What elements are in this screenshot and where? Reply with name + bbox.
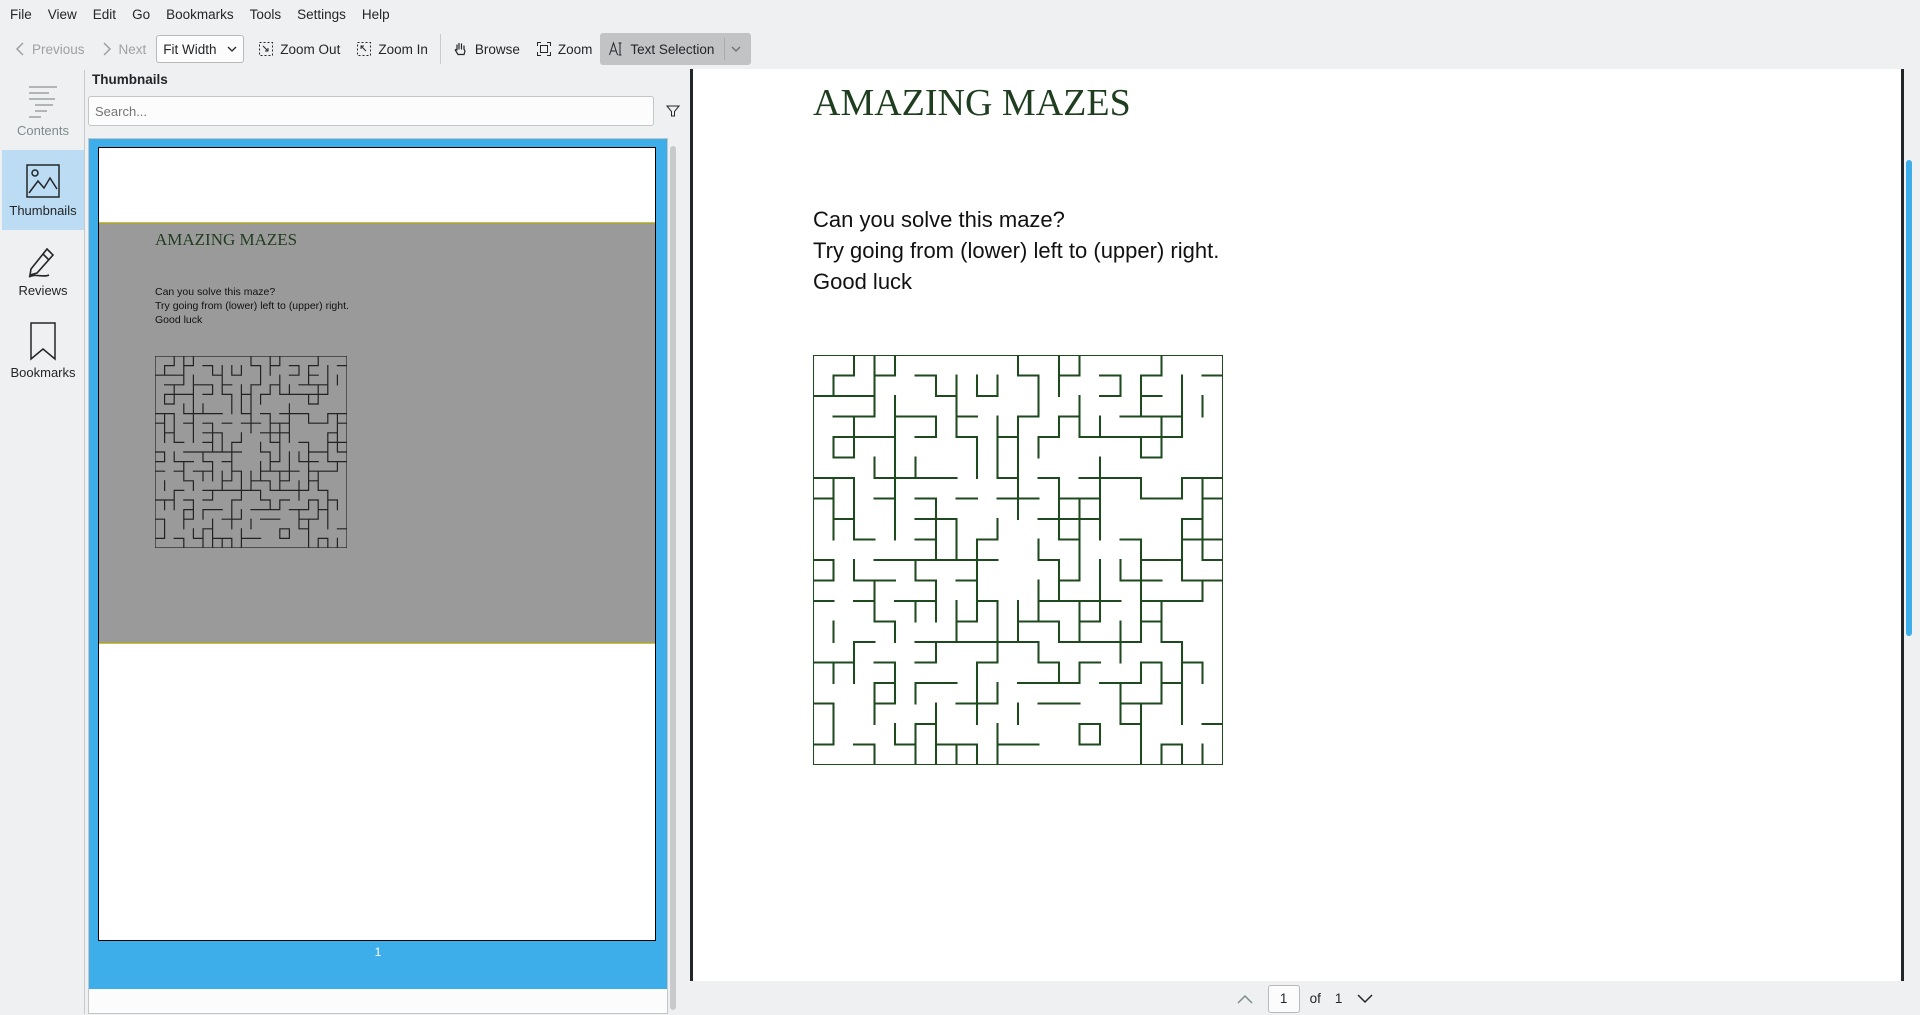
zoom-out-button[interactable]: Zoom Out (250, 33, 348, 65)
sidebar: Contents Thumbnails Reviews Bookmarks (2, 70, 85, 1014)
toolbar-separator (439, 34, 441, 64)
page-number-input[interactable]: 1 (1267, 984, 1300, 1013)
chevron-down-icon (227, 46, 237, 52)
document-title: AMAZING MAZES (813, 82, 1131, 124)
menu-file[interactable]: File (0, 0, 40, 30)
thumbnail-preview: AMAZING MAZES Can you solve this maze? T… (98, 147, 656, 941)
next-label: Next (118, 41, 147, 57)
thumbnails-title: Thumbnails (92, 72, 168, 87)
zoom-tool-icon (536, 42, 551, 56)
thumbnail-line: Try going from (lower) left to (upper) r… (155, 300, 349, 312)
maze-image (813, 355, 1223, 765)
reviews-icon (28, 247, 55, 278)
chevron-up-icon[interactable] (1236, 993, 1254, 1005)
document-line: Can you solve this maze? (813, 207, 1065, 232)
contents-icon (29, 85, 57, 118)
menu-bookmarks[interactable]: Bookmarks (158, 0, 242, 30)
chevron-down-icon[interactable] (1356, 993, 1374, 1005)
browse-button[interactable]: Browse (445, 33, 528, 65)
zoom-tool-label: Zoom (557, 41, 593, 57)
document-line: Good luck (813, 269, 913, 294)
thumbnails-icon (26, 163, 60, 198)
menu-help[interactable]: Help (354, 0, 398, 30)
thumbnail-page-number: 1 (374, 945, 382, 959)
sidebar-item-contents[interactable]: Contents (2, 70, 84, 150)
menu-go[interactable]: Go (124, 0, 158, 30)
text-selection-label: Text Selection (630, 41, 715, 57)
thumbnail-title: AMAZING MAZES (155, 230, 298, 249)
sidebar-item-label: Bookmarks (10, 364, 76, 380)
menubar: File View Edit Go Bookmarks Tools Settin… (0, 0, 1920, 30)
zoom-out-icon (259, 42, 274, 56)
menu-tools[interactable]: Tools (242, 0, 290, 30)
search-input[interactable] (88, 96, 654, 126)
thumbnails-scrollbar[interactable] (670, 146, 676, 1010)
zoom-mode-select[interactable]: Fit Width (156, 35, 245, 63)
thumbnail-list[interactable]: AMAZING MAZES Can you solve this maze? T… (88, 138, 668, 1014)
zoom-out-label: Zoom Out (280, 41, 341, 57)
sidebar-item-thumbnails[interactable]: Thumbnails (2, 150, 84, 230)
chevron-left-icon (15, 42, 24, 56)
thumbnail-page-1[interactable]: AMAZING MAZES Can you solve this maze? T… (89, 139, 667, 989)
sidebar-item-reviews[interactable]: Reviews (2, 230, 84, 310)
document-line: Try going from (lower) left to (upper) r… (813, 238, 1220, 263)
chevron-down-icon[interactable] (731, 45, 741, 53)
document-view[interactable]: AMAZING MAZES Can you solve this maze? T… (690, 69, 1904, 981)
menu-view[interactable]: View (40, 0, 85, 30)
toolbar: Previous Next Fit Width Zoom Out Zoom In… (0, 31, 1920, 67)
sidebar-item-label: Thumbnails (9, 202, 77, 218)
zoom-in-icon (357, 42, 372, 56)
previous-label: Previous (32, 41, 85, 57)
hand-icon (454, 42, 466, 56)
bookmarks-icon (30, 321, 56, 361)
chevron-right-icon (103, 42, 111, 56)
thumbnail-line: Can you solve this maze? (155, 286, 276, 298)
zoom-in-label: Zoom In (378, 41, 428, 57)
text-select-icon (609, 41, 622, 56)
of-label: of (1309, 991, 1321, 1006)
next-button[interactable]: Next (93, 33, 155, 65)
split-divider (724, 38, 726, 60)
menu-edit[interactable]: Edit (85, 0, 124, 30)
menu-settings[interactable]: Settings (289, 0, 354, 30)
browse-label: Browse (474, 41, 520, 57)
zoom-tool-button[interactable]: Zoom (528, 33, 601, 65)
text-selection-button[interactable]: Text Selection (600, 33, 752, 65)
zoom-in-button[interactable]: Zoom In (348, 33, 436, 65)
thumbnail-line: Good luck (155, 314, 203, 326)
filter-icon[interactable] (666, 104, 680, 118)
zoom-mode-value: Fit Width (163, 41, 217, 57)
document-scrollbar[interactable] (1906, 160, 1912, 636)
total-pages: 1 (1334, 991, 1343, 1006)
thumbnails-panel: Thumbnails AMAZING MAZES Can you solve t… (86, 70, 686, 1014)
previous-button[interactable]: Previous (6, 33, 93, 65)
thumbnail-maze (155, 356, 347, 548)
sidebar-item-label: Contents (16, 122, 70, 138)
sidebar-item-bookmarks[interactable]: Bookmarks (2, 310, 84, 390)
sidebar-item-label: Reviews (18, 282, 68, 298)
page-navigation: 1 of 1 (690, 982, 1920, 1015)
